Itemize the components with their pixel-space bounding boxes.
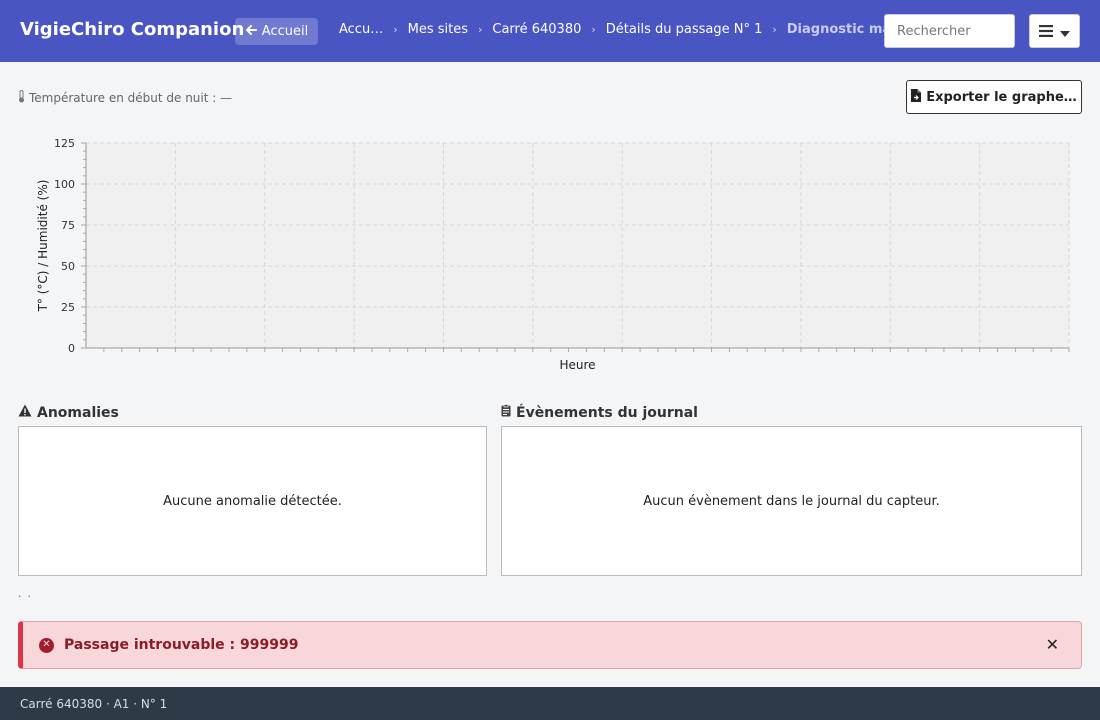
temperature-info: Température en début de nuit : — bbox=[18, 90, 232, 106]
y-tick-label: 75 bbox=[61, 219, 75, 232]
clipboard-icon bbox=[501, 404, 511, 421]
hamburger-icon bbox=[1039, 22, 1053, 41]
warning-icon bbox=[18, 404, 32, 421]
y-tick-label: 0 bbox=[68, 342, 75, 355]
temperature-humidity-chart: 0 25 50 75 100 125 T° (°C) / Humidité (%) Heu… bbox=[36, 137, 1070, 372]
temperature-text: Température en début de nuit : — bbox=[29, 91, 233, 105]
file-export-icon bbox=[911, 88, 922, 106]
app-title[interactable]: VigieChiro Companion bbox=[20, 19, 244, 40]
y-tick-label: 50 bbox=[61, 260, 75, 273]
breadcrumb-separator: › bbox=[591, 23, 596, 36]
journal-empty-text: Aucun évènement dans le journal du capte… bbox=[643, 493, 940, 509]
footer-text: Carré 640380 · A1 · N° 1 bbox=[20, 696, 168, 711]
thermometer-icon bbox=[18, 90, 25, 106]
pagination-dots: ·· bbox=[18, 590, 37, 603]
breadcrumb-item-home[interactable]: Accu… bbox=[339, 22, 383, 37]
y-axis-label: T° (°C) / Humidité (%) bbox=[36, 180, 50, 313]
breadcrumb-item-sites[interactable]: Mes sites bbox=[408, 22, 468, 37]
top-navbar: VigieChiro Companion Accueil Accu… › Mes… bbox=[0, 0, 1100, 62]
plot-area bbox=[86, 143, 1069, 348]
anomalies-title-text: Anomalies bbox=[37, 404, 119, 421]
breadcrumb: Accu… › Mes sites › Carré 640380 › Détai… bbox=[339, 22, 930, 37]
close-icon[interactable]: ✕ bbox=[1046, 635, 1059, 655]
y-tick-label: 25 bbox=[61, 301, 75, 314]
caret-down-icon bbox=[1060, 22, 1070, 41]
anomalies-title: Anomalies bbox=[18, 404, 119, 421]
home-button-label: Accueil bbox=[261, 24, 309, 39]
breadcrumb-item-passage[interactable]: Détails du passage N° 1 bbox=[606, 22, 763, 37]
x-axis-label: Heure bbox=[559, 358, 595, 372]
menu-dropdown-button[interactable] bbox=[1029, 14, 1080, 48]
y-tick-label: 100 bbox=[54, 178, 75, 191]
search-input[interactable] bbox=[884, 14, 1015, 48]
breadcrumb-item-carre[interactable]: Carré 640380 bbox=[492, 22, 581, 37]
error-circle-icon: ✕ bbox=[39, 637, 54, 653]
breadcrumb-separator: › bbox=[477, 23, 483, 36]
journal-panel: Aucun évènement dans le journal du capte… bbox=[501, 426, 1082, 576]
alert-message: Passage introuvable : 999999 bbox=[64, 637, 299, 653]
error-alert: ✕ Passage introuvable : 999999 ✕ bbox=[18, 621, 1082, 669]
breadcrumb-separator: › bbox=[772, 23, 777, 36]
export-graph-label: Exporter le graphe… bbox=[926, 89, 1077, 105]
y-tick-label: 125 bbox=[54, 137, 75, 150]
home-button[interactable]: Accueil bbox=[235, 18, 318, 45]
arrow-left-icon bbox=[245, 24, 257, 40]
status-footer: Carré 640380 · A1 · N° 1 bbox=[0, 687, 1100, 720]
journal-title: Évènements du journal bbox=[501, 404, 698, 421]
anomalies-panel: Aucune anomalie détectée. bbox=[18, 426, 487, 576]
journal-title-text: Évènements du journal bbox=[516, 404, 698, 421]
anomalies-empty-text: Aucune anomalie détectée. bbox=[163, 493, 342, 509]
export-graph-button[interactable]: Exporter le graphe… bbox=[906, 80, 1082, 114]
breadcrumb-separator: › bbox=[393, 23, 398, 36]
